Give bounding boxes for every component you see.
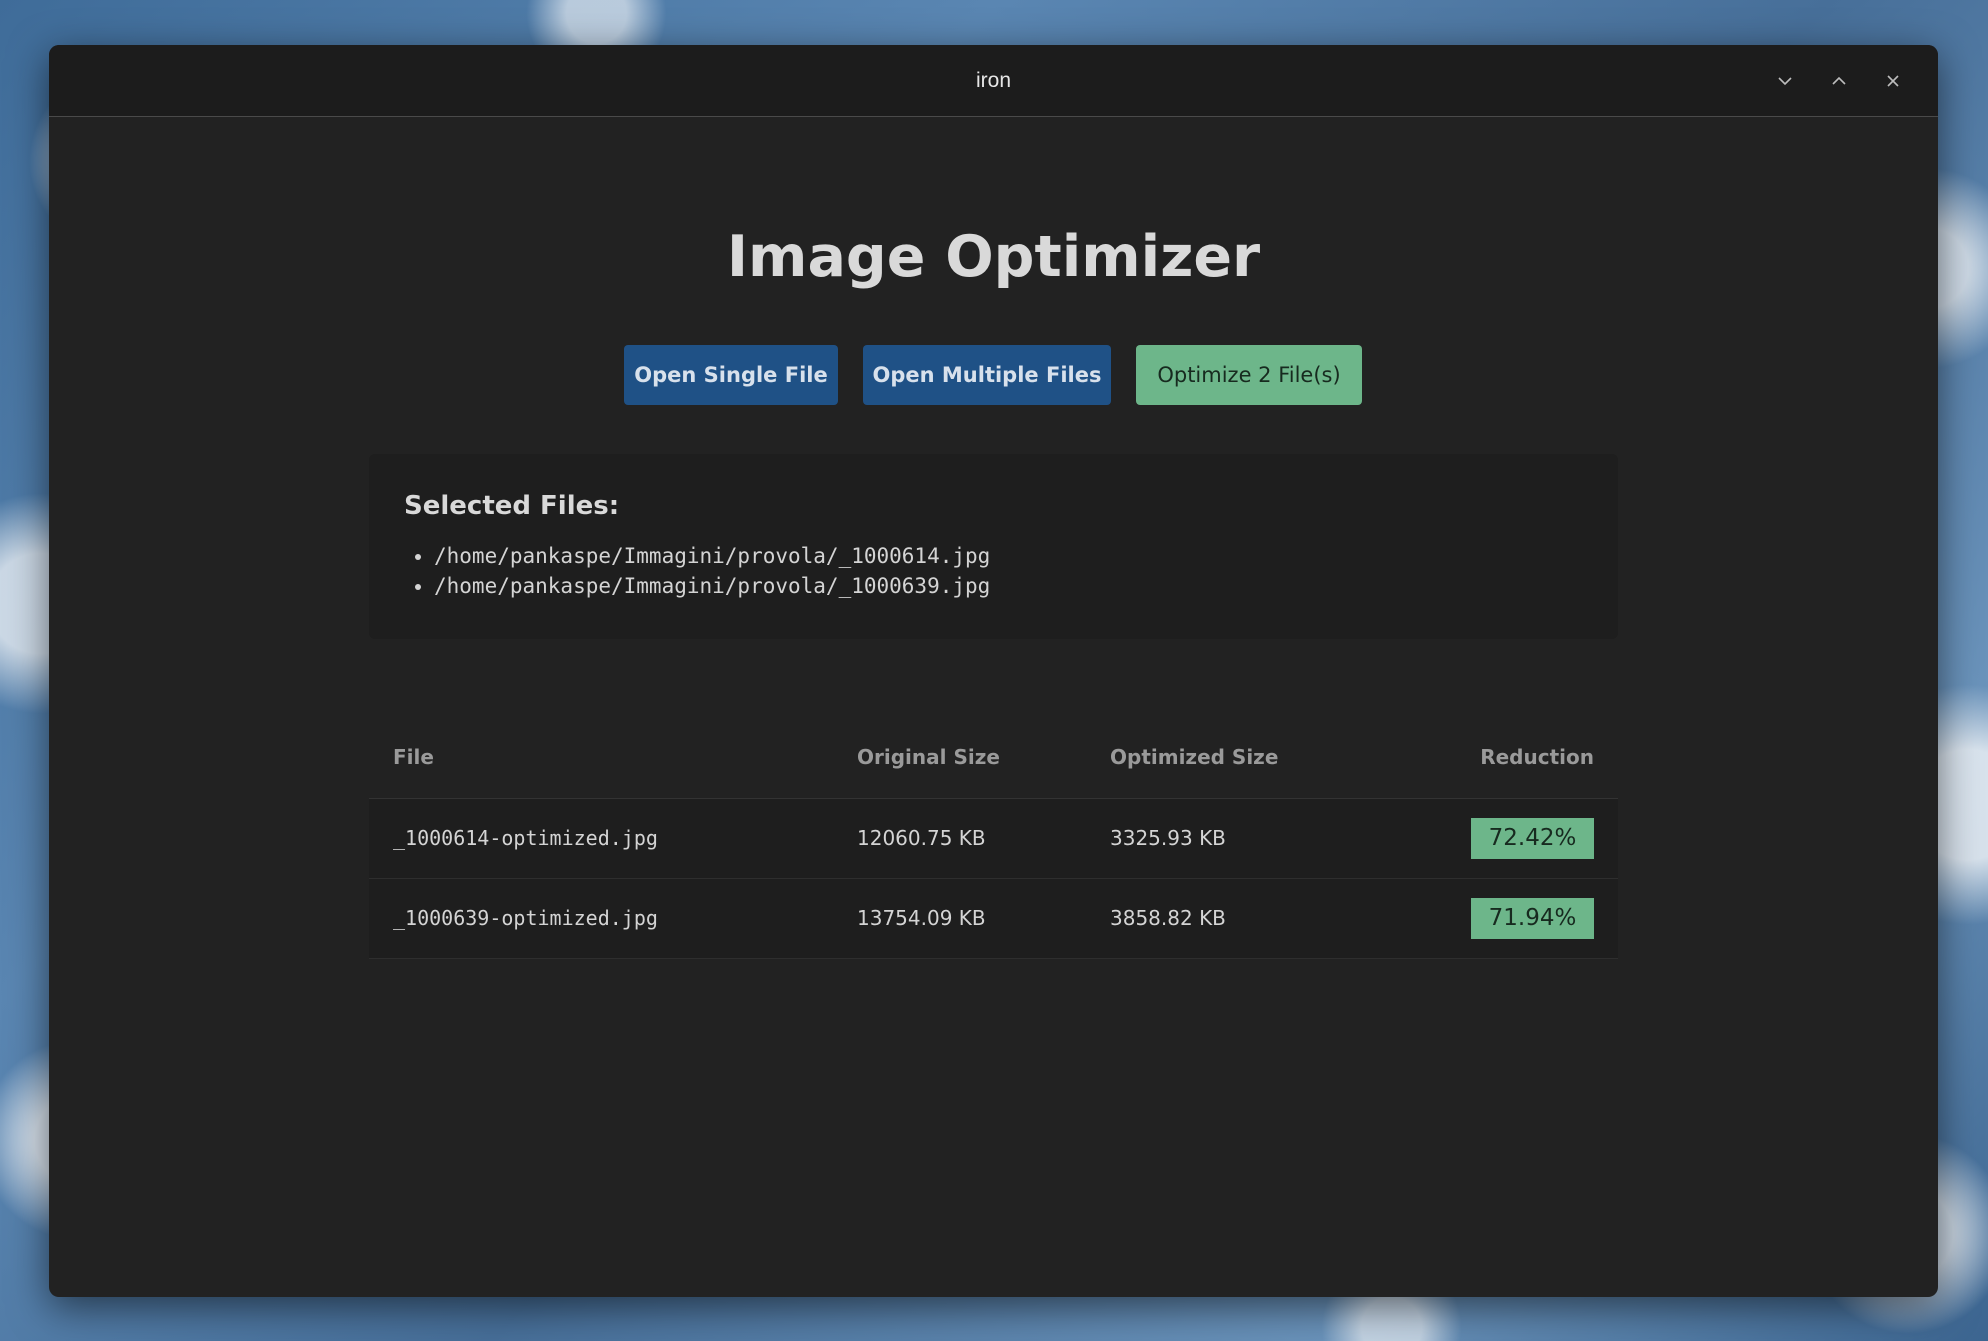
results-table: File Original Size Optimized Size Reduct… bbox=[369, 717, 1618, 959]
window-title: iron bbox=[975, 69, 1012, 92]
table-row: _1000639-optimized.jpg 13754.09 KB 3858.… bbox=[369, 879, 1618, 959]
app-content: Image Optimizer Open Single File Open Mu… bbox=[49, 117, 1938, 1297]
selected-file-item: /home/pankaspe/Immagini/provola/_1000614… bbox=[434, 541, 990, 571]
file-name-cell: _1000639-optimized.jpg bbox=[393, 906, 658, 930]
file-name-cell: _1000614-optimized.jpg bbox=[393, 826, 658, 850]
title-bar[interactable]: iron bbox=[49, 45, 1938, 117]
action-bar: Open Single File Open Multiple Files Opt… bbox=[49, 345, 1938, 405]
optimize-button[interactable]: Optimize 2 File(s) bbox=[1136, 345, 1362, 405]
column-header-optimized-size: Optimized Size bbox=[1110, 745, 1279, 769]
selected-files-panel: Selected Files: /home/pankaspe/Immagini/… bbox=[369, 454, 1618, 639]
original-size-cell: 12060.75 KB bbox=[857, 826, 986, 850]
maximize-button[interactable] bbox=[1812, 61, 1866, 101]
open-multiple-files-button[interactable]: Open Multiple Files bbox=[863, 345, 1111, 405]
open-single-file-button[interactable]: Open Single File bbox=[624, 345, 838, 405]
minimize-button[interactable] bbox=[1758, 61, 1812, 101]
close-button[interactable] bbox=[1866, 61, 1920, 101]
selected-file-item: /home/pankaspe/Immagini/provola/_1000639… bbox=[434, 571, 990, 601]
column-header-reduction: Reduction bbox=[1480, 745, 1594, 769]
close-icon bbox=[1887, 74, 1899, 87]
chevron-up-icon bbox=[1832, 76, 1846, 85]
reduction-badge: 71.94% bbox=[1471, 898, 1594, 939]
optimized-size-cell: 3325.93 KB bbox=[1110, 826, 1226, 850]
selected-files-heading: Selected Files: bbox=[404, 491, 620, 521]
original-size-cell: 13754.09 KB bbox=[857, 906, 986, 930]
table-header: File Original Size Optimized Size Reduct… bbox=[369, 717, 1618, 799]
app-window: iron Image Optimizer Open Single File Op… bbox=[49, 45, 1938, 1297]
optimized-size-cell: 3858.82 KB bbox=[1110, 906, 1226, 930]
page-title: Image Optimizer bbox=[726, 224, 1261, 290]
column-header-file: File bbox=[393, 745, 434, 769]
window-controls bbox=[1758, 45, 1920, 116]
table-row: _1000614-optimized.jpg 12060.75 KB 3325.… bbox=[369, 799, 1618, 879]
selected-files-list: /home/pankaspe/Immagini/provola/_1000614… bbox=[404, 541, 990, 601]
column-header-original-size: Original Size bbox=[857, 745, 1000, 769]
reduction-badge: 72.42% bbox=[1471, 818, 1594, 859]
chevron-down-icon bbox=[1778, 76, 1792, 85]
